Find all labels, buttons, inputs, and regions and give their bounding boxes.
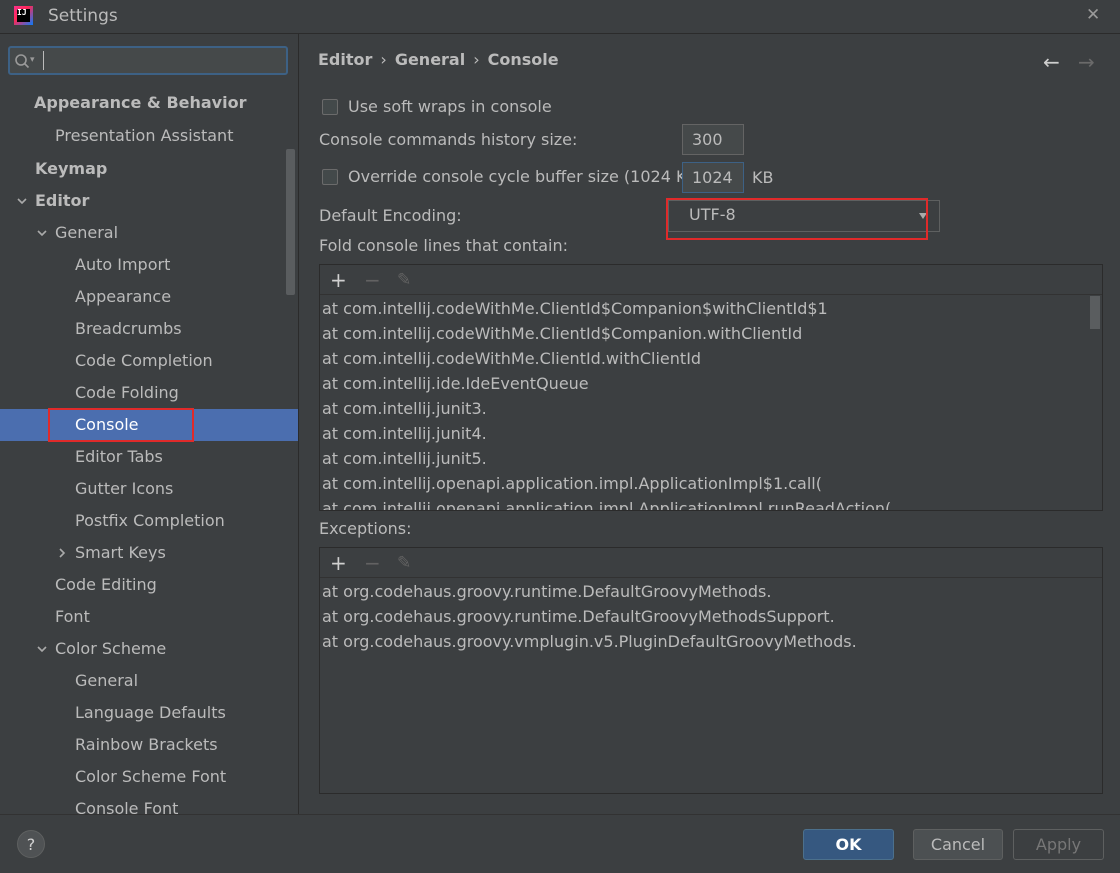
window-title: Settings bbox=[48, 6, 118, 26]
remove-icon[interactable]: − bbox=[364, 551, 381, 575]
fold-lines-scrollbar[interactable] bbox=[1090, 296, 1100, 329]
fold-lines-panel: + − ✎ at com.intellij.codeWithMe.ClientI… bbox=[319, 264, 1103, 511]
add-icon[interactable]: + bbox=[330, 551, 347, 575]
fold-lines-label: Fold console lines that contain: bbox=[319, 236, 568, 255]
list-item[interactable]: at org.codehaus.groovy.runtime.DefaultGr… bbox=[322, 604, 835, 629]
soft-wraps-checkbox[interactable] bbox=[322, 99, 338, 115]
breadcrumb-console: Console bbox=[487, 50, 559, 69]
list-item[interactable]: at org.codehaus.groovy.runtime.DefaultGr… bbox=[322, 579, 771, 604]
override-buffer-checkbox[interactable] bbox=[322, 169, 338, 185]
help-button[interactable]: ? bbox=[17, 830, 45, 858]
title-bar bbox=[0, 0, 1120, 34]
sidebar-item-presentation-assistant[interactable]: Presentation Assistant bbox=[0, 120, 298, 152]
soft-wraps-label: Use soft wraps in console bbox=[348, 97, 552, 116]
buffer-size-field[interactable]: 1024 bbox=[682, 162, 744, 193]
chevron-down-icon[interactable] bbox=[36, 643, 48, 655]
remove-icon[interactable]: − bbox=[364, 268, 381, 292]
sidebar-item-smart-keys[interactable]: Smart Keys bbox=[0, 537, 298, 569]
list-item[interactable]: at com.intellij.junit3. bbox=[322, 396, 487, 421]
sidebar-item-postfix-completion[interactable]: Postfix Completion bbox=[0, 505, 298, 537]
encoding-value: UTF-8 bbox=[689, 205, 736, 224]
list-item[interactable]: at com.intellij.codeWithMe.ClientId$Comp… bbox=[322, 321, 802, 346]
list-item[interactable]: at org.codehaus.groovy.vmplugin.v5.Plugi… bbox=[322, 629, 857, 654]
encoding-label: Default Encoding: bbox=[319, 206, 462, 225]
sidebar-item-color-scheme-font[interactable]: Color Scheme Font bbox=[0, 761, 298, 793]
sidebar-scrollbar[interactable] bbox=[286, 149, 295, 295]
dropdown-arrow-icon[interactable] bbox=[919, 213, 927, 219]
history-size-label: Console commands history size: bbox=[319, 130, 578, 149]
sidebar-item-editor[interactable]: Editor bbox=[0, 185, 298, 217]
search-icon[interactable] bbox=[14, 53, 31, 70]
list-item[interactable]: at com.intellij.junit4. bbox=[322, 421, 487, 446]
sidebar-item-rainbow-brackets[interactable]: Rainbow Brackets bbox=[0, 729, 298, 761]
edit-icon[interactable]: ✎ bbox=[397, 551, 411, 575]
fold-lines-toolbar: + − ✎ bbox=[320, 265, 1102, 295]
intellij-app-icon: IJ bbox=[14, 6, 33, 25]
override-buffer-label: Override console cycle buffer size (1024… bbox=[348, 167, 704, 186]
add-icon[interactable]: + bbox=[330, 268, 347, 292]
breadcrumb-editor[interactable]: Editor bbox=[318, 50, 372, 69]
sidebar-item-console[interactable]: Console bbox=[0, 409, 298, 441]
sidebar-item-language-defaults[interactable]: Language Defaults bbox=[0, 697, 298, 729]
list-item[interactable]: at com.intellij.ide.IdeEventQueue bbox=[322, 371, 589, 396]
sidebar-item-appearance[interactable]: Appearance bbox=[0, 281, 298, 313]
encoding-dropdown[interactable]: UTF-8 bbox=[668, 200, 940, 232]
forward-arrow-icon[interactable]: → bbox=[1078, 50, 1095, 74]
chevron-down-icon[interactable] bbox=[16, 195, 28, 207]
list-item[interactable]: at com.intellij.codeWithMe.ClientId$Comp… bbox=[322, 296, 828, 321]
exceptions-panel: + − ✎ at org.codehaus.groovy.runtime.Def… bbox=[319, 547, 1103, 794]
text-caret bbox=[43, 51, 44, 70]
sidebar-item-keymap[interactable]: Keymap bbox=[0, 153, 298, 185]
sidebar-item-color-scheme-general[interactable]: General bbox=[0, 665, 298, 697]
list-item[interactable]: at com.intellij.junit5. bbox=[322, 446, 487, 471]
ok-button[interactable]: OK bbox=[803, 829, 894, 860]
breadcrumb-separator: › bbox=[473, 50, 480, 69]
breadcrumb-separator: › bbox=[380, 50, 387, 69]
sidebar-item-console-font[interactable]: Console Font bbox=[0, 793, 298, 814]
exceptions-list: at org.codehaus.groovy.runtime.DefaultGr… bbox=[320, 579, 1102, 793]
sidebar-item-font[interactable]: Font bbox=[0, 601, 298, 633]
close-icon[interactable]: ✕ bbox=[1086, 5, 1100, 25]
list-item[interactable]: at com.intellij.openapi.application.impl… bbox=[322, 471, 822, 496]
breadcrumb-general[interactable]: General bbox=[395, 50, 465, 69]
edit-icon[interactable]: ✎ bbox=[397, 268, 411, 292]
search-options-chevron-icon[interactable]: ▾ bbox=[30, 55, 35, 65]
fold-lines-list: at com.intellij.codeWithMe.ClientId$Comp… bbox=[320, 296, 1102, 510]
breadcrumb: Editor › General › Console bbox=[318, 50, 559, 69]
exceptions-label: Exceptions: bbox=[319, 519, 412, 538]
sidebar-item-code-editing[interactable]: Code Editing bbox=[0, 569, 298, 601]
sidebar-item-breadcrumbs[interactable]: Breadcrumbs bbox=[0, 313, 298, 345]
list-item[interactable]: at com.intellij.codeWithMe.ClientId.with… bbox=[322, 346, 701, 371]
list-item[interactable]: at com.intellij.openapi.application.impl… bbox=[322, 496, 891, 510]
buffer-unit-label: KB bbox=[752, 168, 774, 187]
back-arrow-icon[interactable]: ← bbox=[1043, 50, 1060, 74]
exceptions-toolbar: + − ✎ bbox=[320, 548, 1102, 578]
sidebar-item-editor-tabs[interactable]: Editor Tabs bbox=[0, 441, 298, 473]
sidebar-item-code-folding[interactable]: Code Folding bbox=[0, 377, 298, 409]
apply-button[interactable]: Apply bbox=[1013, 829, 1104, 860]
chevron-right-icon[interactable] bbox=[56, 547, 68, 559]
cancel-button[interactable]: Cancel bbox=[913, 829, 1003, 860]
sidebar-item-auto-import[interactable]: Auto Import bbox=[0, 249, 298, 281]
search-input[interactable] bbox=[8, 46, 288, 75]
history-size-field[interactable]: 300 bbox=[682, 124, 744, 155]
sidebar-item-appearance-behavior[interactable]: Appearance & Behavior bbox=[0, 87, 298, 119]
divider bbox=[298, 34, 299, 814]
sidebar-item-color-scheme[interactable]: Color Scheme bbox=[0, 633, 298, 665]
chevron-down-icon[interactable] bbox=[36, 227, 48, 239]
sidebar-item-general[interactable]: General bbox=[0, 217, 298, 249]
sidebar-item-gutter-icons[interactable]: Gutter Icons bbox=[0, 473, 298, 505]
sidebar-item-code-completion[interactable]: Code Completion bbox=[0, 345, 298, 377]
